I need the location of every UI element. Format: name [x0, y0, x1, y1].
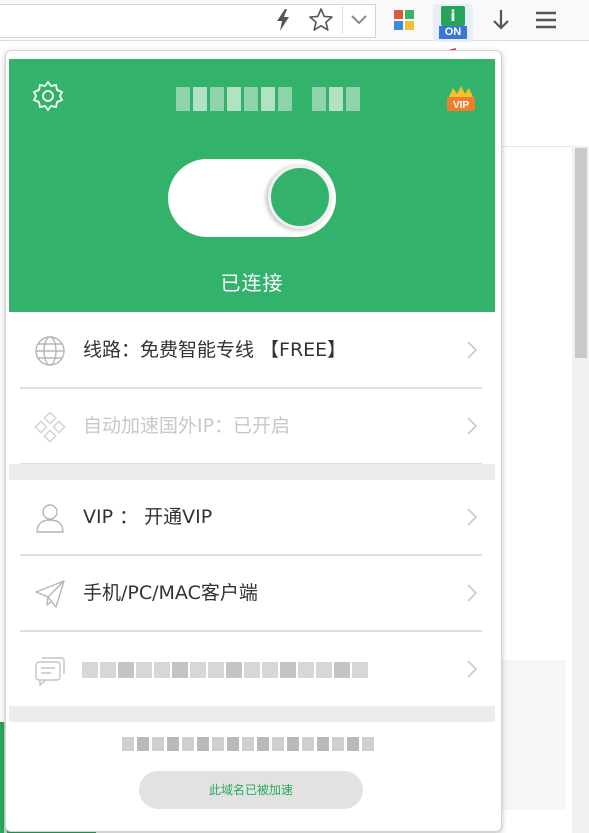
blur-block [197, 737, 209, 751]
blur-block [154, 662, 170, 678]
menu-item-route[interactable]: 线路：免费智能专线 【FREE】 [20, 313, 482, 389]
section-divider [9, 464, 495, 480]
background-block [498, 660, 566, 810]
menu-item-auto-accelerate[interactable]: 自动加速国外IP：已开启 [20, 389, 482, 465]
settings-gear-icon[interactable] [31, 79, 65, 113]
blur-block [280, 662, 296, 678]
blur-block [136, 662, 152, 678]
grid-cell [405, 10, 414, 19]
chevron-right-icon [467, 660, 478, 678]
blur-block [118, 662, 134, 678]
grid-cell [405, 21, 414, 30]
scrollbar-thumb[interactable] [575, 148, 587, 358]
user-icon [36, 504, 64, 533]
blur-block [210, 87, 224, 111]
blur-block [137, 737, 149, 751]
globe-icon [35, 336, 65, 366]
connection-status: 已连接 [220, 271, 284, 295]
section-divider [9, 706, 495, 722]
extension-on-label: ON [439, 26, 467, 39]
blur-block [100, 662, 116, 678]
vip-crown-icon[interactable]: VIP [445, 85, 477, 113]
extension-popup: VIP 已连接 线路：免费智能专线 【FREE】 自动加速国外IP：已开启 VI… [5, 50, 502, 832]
blur-block [317, 737, 329, 751]
blur-block [334, 662, 350, 678]
download-icon[interactable] [488, 0, 514, 40]
username-blurred [176, 87, 360, 111]
blur-block [244, 662, 260, 678]
menu-item-clients[interactable]: 手机/PC/MAC客户端 [20, 556, 482, 632]
popup-header: VIP 已连接 [9, 59, 495, 312]
blur-block [346, 87, 360, 111]
blur-block [226, 662, 242, 678]
blur-block [172, 662, 188, 678]
blur-block [82, 662, 98, 678]
chevron-right-icon [467, 341, 478, 359]
menu-item-label: 线路：免费智能专线 【FREE】 [83, 339, 347, 361]
blur-block [272, 737, 284, 751]
blur-block [244, 87, 258, 111]
paper-plane-icon [35, 580, 65, 608]
blur-block [352, 662, 368, 678]
blur-block [332, 737, 344, 751]
diamond-nodes-icon [34, 411, 66, 443]
blur-block [278, 87, 292, 111]
chevron-right-icon [467, 417, 478, 435]
blur-block [261, 87, 275, 111]
blur-block [302, 737, 314, 751]
extension-i-icon: i [441, 6, 465, 26]
blur-block [193, 87, 207, 111]
message-icon [35, 657, 65, 686]
blur-block [242, 737, 254, 751]
extension-grid-icon[interactable] [394, 10, 414, 30]
blur-block [257, 737, 269, 751]
blur-block [316, 662, 332, 678]
blur-block [167, 737, 179, 751]
blur-block [227, 87, 241, 111]
toolbar-separator [342, 6, 343, 34]
blur-block [362, 737, 374, 751]
blur-block [182, 737, 194, 751]
blur-block [287, 737, 299, 751]
blur-block [329, 87, 343, 111]
menu-item-label: VIP ： 开通VIP [83, 506, 213, 528]
blur-block [190, 662, 206, 678]
lightning-icon[interactable] [272, 0, 294, 40]
grid-cell [394, 10, 403, 19]
menu-item-vip[interactable]: VIP ： 开通VIP [20, 480, 482, 556]
footer-domain-blurred [122, 737, 374, 751]
blur-block [152, 737, 164, 751]
blur-block [227, 737, 239, 751]
blur-block [122, 737, 134, 751]
menu-item-label: 自动加速国外IP：已开启 [83, 415, 291, 437]
blur-block [347, 737, 359, 751]
blur-block [312, 87, 326, 111]
connection-toggle[interactable] [168, 159, 336, 237]
browser-toolbar: i ON [0, 0, 589, 42]
extension-on-button[interactable]: i ON [433, 4, 473, 42]
blur-block [176, 87, 190, 111]
blur-block [262, 662, 278, 678]
vip-badge-text: VIP [453, 100, 469, 111]
chevron-right-icon [467, 508, 478, 526]
star-icon[interactable] [305, 0, 337, 40]
domain-accelerated-button[interactable]: 此域名已被加速 [139, 771, 363, 809]
grid-cell [394, 21, 403, 30]
menu-item-message[interactable] [20, 632, 482, 706]
blur-block [212, 737, 224, 751]
blur-block [208, 662, 224, 678]
chevron-down-icon[interactable] [345, 0, 373, 40]
blur-block [298, 662, 314, 678]
message-text-blurred [82, 662, 368, 678]
toggle-knob[interactable] [268, 165, 332, 229]
menu-icon[interactable] [532, 0, 560, 40]
chevron-right-icon [467, 584, 478, 602]
menu-item-label: 手机/PC/MAC客户端 [83, 582, 258, 604]
background-page [498, 50, 589, 147]
